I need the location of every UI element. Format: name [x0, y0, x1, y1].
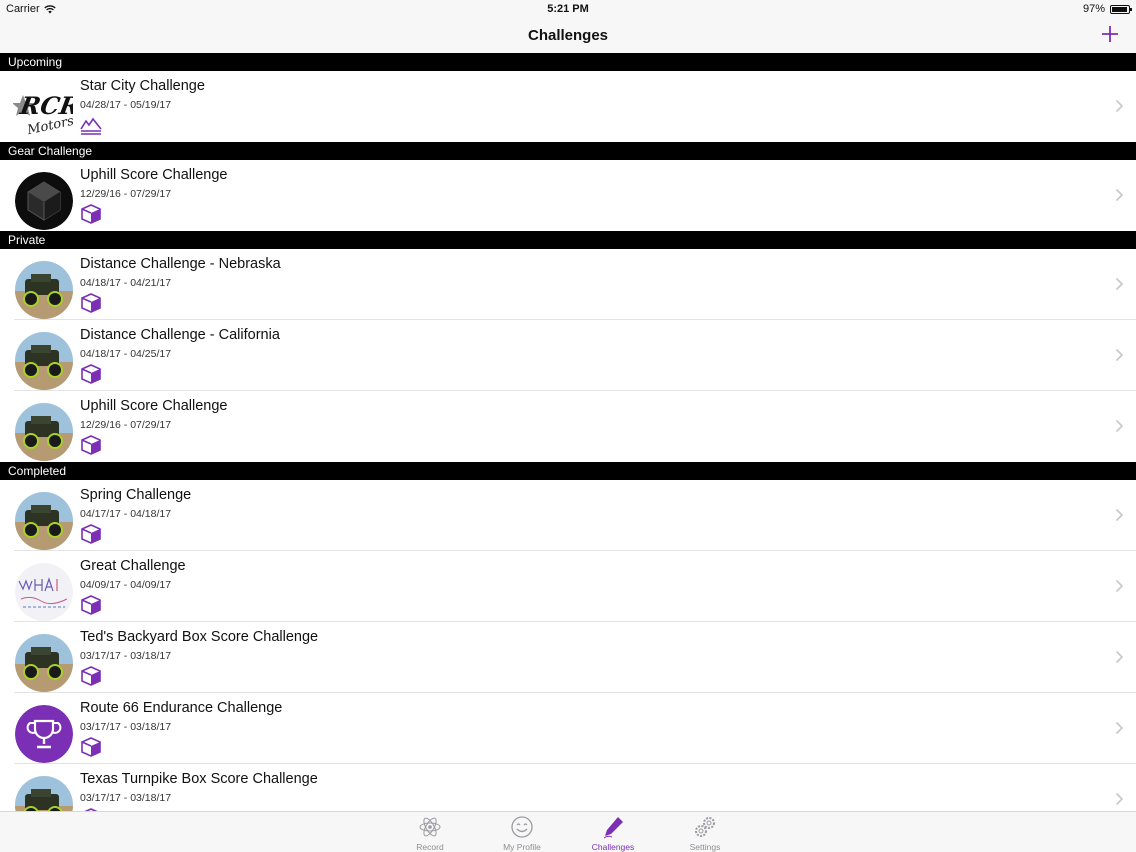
box-icon: [81, 293, 101, 313]
challenge-name: Great Challenge: [80, 558, 186, 574]
rc-truck-photo: [15, 776, 73, 811]
tab-record-label: Record: [416, 842, 444, 852]
dark-gem-logo: [15, 172, 73, 230]
chevron-right-icon: [1115, 792, 1124, 806]
tab-my-profile-label: My Profile: [503, 842, 541, 852]
gears-icon: [695, 817, 715, 837]
chevron-right-icon: [1115, 650, 1124, 664]
challenge-dates: 04/09/17 - 04/09/17: [80, 579, 172, 591]
box-icon: [81, 435, 101, 455]
challenge-name: Spring Challenge: [80, 487, 192, 503]
box-icon: [81, 666, 101, 686]
rc-truck-photo: [15, 403, 73, 461]
smiley-icon: [511, 816, 533, 838]
chevron-right-icon: [1115, 508, 1124, 522]
challenge-row[interactable]: Ted's Backyard Box Score Challenge 03/17…: [0, 622, 1136, 693]
chevron-right-icon: [1115, 419, 1124, 433]
section-header-upcoming: Upcoming: [0, 53, 1136, 71]
challenge-dates: 04/18/17 - 04/21/17: [80, 277, 172, 289]
trophy-icon: [15, 705, 73, 763]
challenge-dates: 04/17/17 - 04/18/17: [80, 508, 172, 520]
navigation-bar: Challenges: [0, 18, 1136, 54]
battery-percent: 97%: [1082, 3, 1105, 15]
rcr-motorsports-logo: RCR Motorsports: [13, 81, 73, 139]
challenge-row[interactable]: Route 66 Endurance Challenge 03/17/17 - …: [0, 693, 1136, 764]
tab-challenges[interactable]: Challenges: [578, 814, 648, 852]
challenge-name: Star City Challenge: [80, 78, 205, 94]
box-icon: [81, 524, 101, 544]
challenge-row[interactable]: Distance Challenge - California 04/18/17…: [0, 320, 1136, 391]
challenge-name: Texas Turnpike Box Score Challenge: [80, 771, 318, 787]
tab-settings[interactable]: Settings: [670, 814, 740, 852]
rc-truck-photo: [15, 332, 73, 390]
tab-settings-label: Settings: [689, 842, 721, 852]
challenge-row[interactable]: Uphill Score Challenge 12/29/16 - 07/29/…: [0, 391, 1136, 462]
section-header-completed: Completed: [0, 462, 1136, 480]
challenge-name: Distance Challenge - Nebraska: [80, 256, 281, 272]
challenge-dates: 03/17/17 - 03/18/17: [80, 721, 172, 733]
challenge-row[interactable]: RCR Motorsports Star City Challenge 04/2…: [0, 71, 1136, 142]
challenge-dates: 04/18/17 - 04/25/17: [80, 348, 172, 360]
chevron-right-icon: [1115, 579, 1124, 593]
pen-icon: [603, 817, 623, 839]
plus-icon: [1102, 26, 1118, 42]
challenge-row[interactable]: Great Challenge 04/09/17 - 04/09/17: [0, 551, 1136, 622]
challenge-name: Route 66 Endurance Challenge: [80, 700, 283, 716]
box-icon: [81, 204, 101, 224]
tab-challenges-label: Challenges: [591, 842, 635, 852]
challenge-dates: 12/29/16 - 07/29/17: [80, 188, 172, 200]
rc-truck-photo: [15, 261, 73, 319]
status-bar: Carrier 5:21 PM 97%: [0, 0, 1136, 18]
page-title: Challenges: [527, 27, 609, 44]
challenge-dates: 03/17/17 - 03/18/17: [80, 792, 172, 804]
clock: 5:21 PM: [547, 3, 589, 15]
rc-truck-photo: [15, 492, 73, 550]
box-icon: [81, 364, 101, 384]
battery-icon: [1110, 4, 1132, 14]
challenge-row[interactable]: Spring Challenge 04/17/17 - 04/18/17: [0, 480, 1136, 551]
chevron-right-icon: [1115, 348, 1124, 362]
section-header-gear-challenge: Gear Challenge: [0, 142, 1136, 160]
challenges-list[interactable]: Upcoming RCR Motorsports Star City Chall…: [0, 53, 1136, 811]
challenge-dates: 12/29/16 - 07/29/17: [80, 419, 172, 431]
challenge-name: Distance Challenge - California: [80, 327, 280, 343]
tab-record[interactable]: Record: [395, 814, 465, 852]
challenge-dates: 04/28/17 - 05/19/17: [80, 99, 172, 111]
add-challenge-button[interactable]: [1098, 22, 1122, 46]
challenge-name: Uphill Score Challenge: [80, 398, 228, 414]
chevron-right-icon: [1115, 99, 1124, 113]
atom-icon: [419, 817, 441, 837]
challenge-dates: 03/17/17 - 03/18/17: [80, 650, 172, 662]
section-header-private: Private: [0, 231, 1136, 249]
chevron-right-icon: [1115, 721, 1124, 735]
challenge-row[interactable]: Texas Turnpike Box Score Challenge 03/17…: [0, 764, 1136, 811]
whiteboard-sketch: [15, 563, 73, 621]
battery-indicator: 97%: [1082, 3, 1132, 15]
tab-my-profile[interactable]: My Profile: [487, 814, 557, 852]
challenge-name: Ted's Backyard Box Score Challenge: [80, 629, 319, 645]
chevron-right-icon: [1115, 277, 1124, 291]
challenge-row[interactable]: Distance Challenge - Nebraska 04/18/17 -…: [0, 249, 1136, 320]
challenge-row[interactable]: Uphill Score Challenge 12/29/16 - 07/29/…: [0, 160, 1136, 231]
challenge-name: Uphill Score Challenge: [80, 167, 228, 183]
box-icon: [81, 737, 101, 757]
rc-truck-photo: [15, 634, 73, 692]
box-icon: [81, 595, 101, 615]
mountain-icon: [80, 117, 102, 135]
tab-bar: Record My Profile Challenges Settings: [0, 811, 1136, 852]
chevron-right-icon: [1115, 188, 1124, 202]
